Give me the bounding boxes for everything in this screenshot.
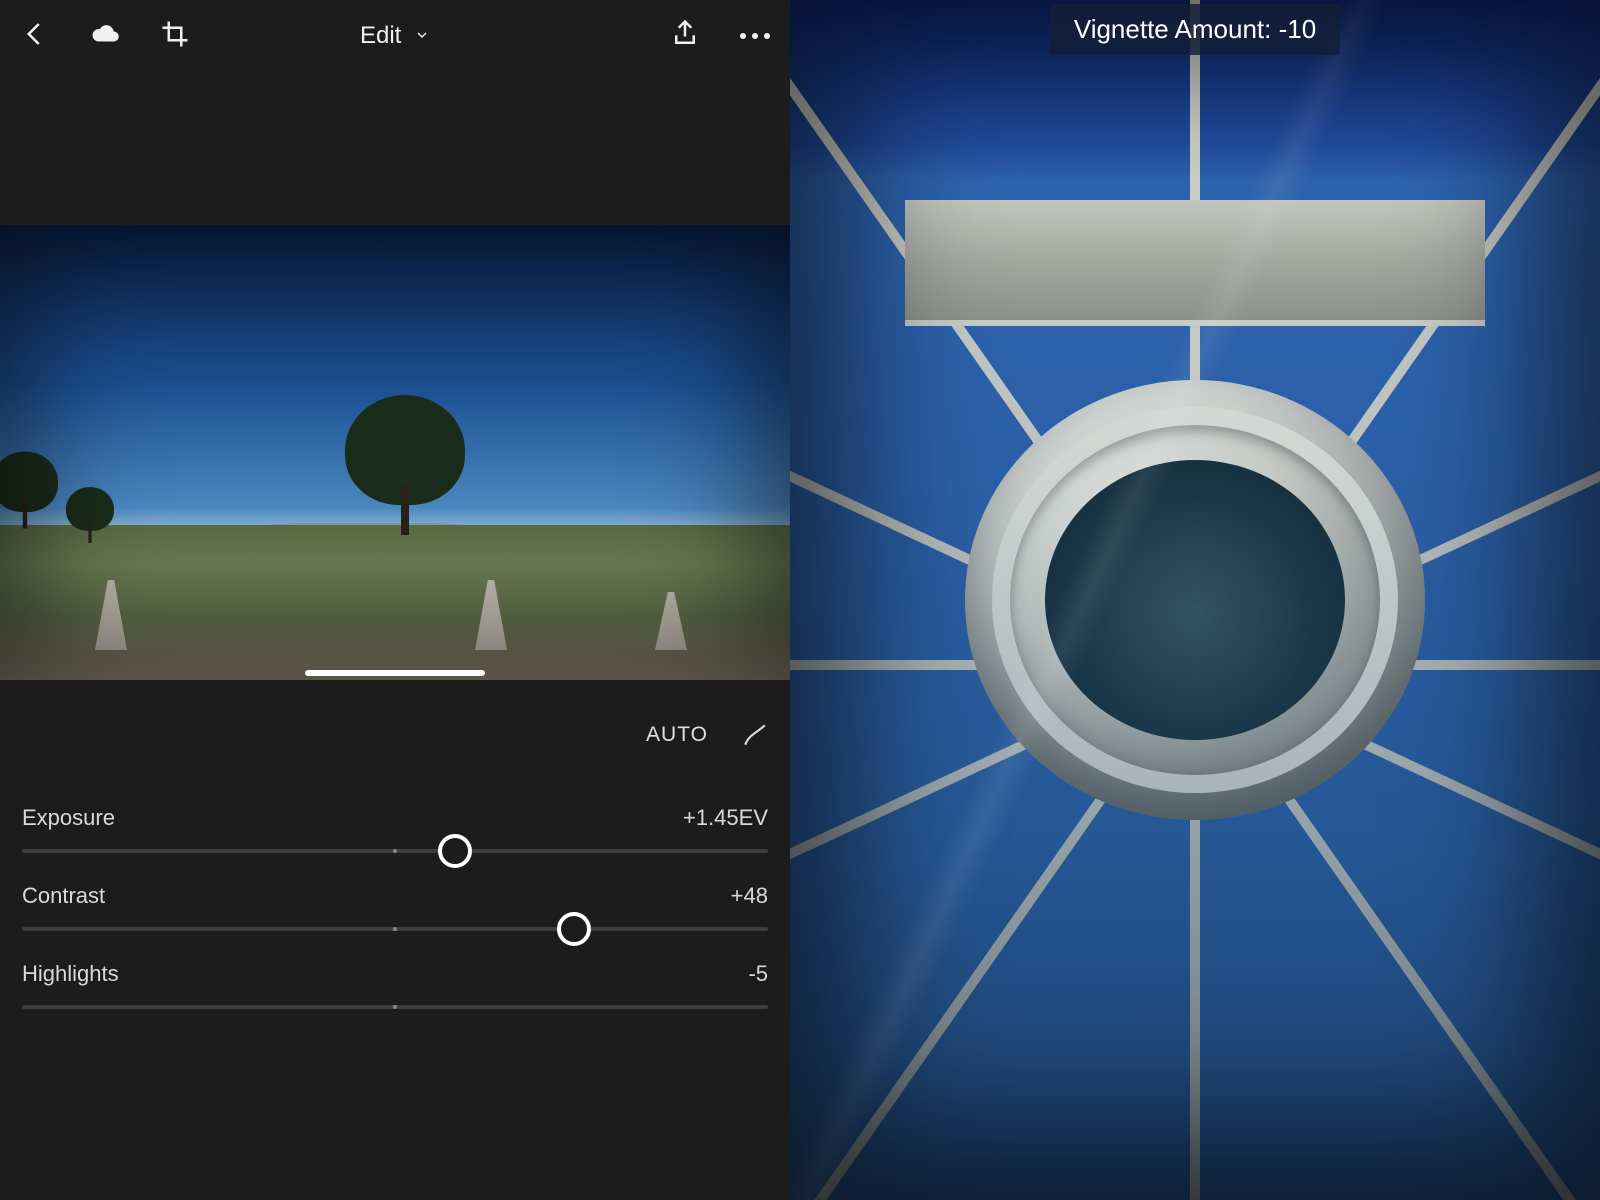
slider-value: +48 bbox=[731, 883, 768, 909]
top-toolbar: Edit bbox=[0, 0, 790, 72]
slider-center-notch bbox=[393, 849, 397, 853]
cloud-icon[interactable] bbox=[90, 19, 120, 54]
back-icon[interactable] bbox=[20, 19, 50, 54]
slider-center-notch bbox=[393, 1005, 397, 1009]
slider-value: +1.45EV bbox=[683, 805, 768, 831]
slider-track[interactable] bbox=[22, 927, 768, 931]
preview-image[interactable]: Vignette Amount: -10 bbox=[790, 0, 1600, 1200]
slider-knob[interactable] bbox=[438, 834, 472, 868]
slider-contrast: Contrast +48 bbox=[22, 883, 768, 931]
photo-vignette bbox=[0, 225, 790, 680]
preview-vignette bbox=[790, 0, 1600, 1200]
slider-track[interactable] bbox=[22, 1005, 768, 1009]
editor-pane: Edit bbox=[0, 0, 790, 1200]
slider-label: Highlights bbox=[22, 961, 119, 987]
tone-curve-icon[interactable] bbox=[742, 722, 768, 748]
slider-knob[interactable] bbox=[557, 912, 591, 946]
slider-label: Contrast bbox=[22, 883, 105, 909]
slider-label: Exposure bbox=[22, 805, 115, 831]
adjust-controls: AUTO Exposure +1.45EV Contrast +48 Highlight… bbox=[0, 695, 790, 1009]
slider-highlights: Highlights -5 bbox=[22, 961, 768, 1009]
more-icon[interactable] bbox=[740, 33, 770, 39]
chevron-down-icon bbox=[414, 22, 430, 50]
mode-label: Edit bbox=[360, 22, 401, 49]
auto-button[interactable]: AUTO bbox=[646, 723, 708, 747]
photo-preview[interactable] bbox=[0, 225, 790, 680]
mode-dropdown[interactable]: Edit bbox=[360, 22, 430, 49]
home-indicator bbox=[305, 670, 485, 676]
slider-center-notch bbox=[393, 927, 397, 931]
slider-exposure: Exposure +1.45EV bbox=[22, 805, 768, 853]
share-icon[interactable] bbox=[670, 19, 700, 54]
slider-value: -5 bbox=[748, 961, 768, 987]
slider-track[interactable] bbox=[22, 849, 768, 853]
preview-pane: Vignette Amount: -10 bbox=[790, 0, 1600, 1200]
adjustment-overlay: Vignette Amount: -10 bbox=[1050, 4, 1340, 55]
crop-icon[interactable] bbox=[160, 19, 190, 54]
